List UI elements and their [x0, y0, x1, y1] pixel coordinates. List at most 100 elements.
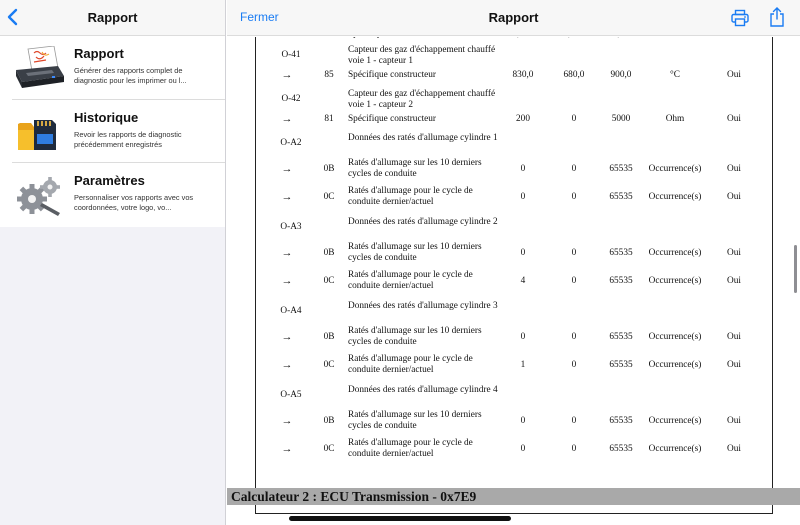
row-description: Ratés d'allumage sur les 10 derniers cyc… — [348, 410, 482, 431]
row-max: 65535 — [609, 164, 633, 174]
row-description: Ratés d'allumage pour le cycle de condui… — [348, 438, 473, 459]
row-min: 0 — [571, 444, 577, 454]
row-status: Oui — [727, 192, 741, 202]
row-unit: Occurrence(s) — [648, 444, 702, 454]
row-value: 4 — [520, 276, 526, 286]
table-row: O-A4 Données des ratés d'allumage cylindr… — [227, 301, 800, 325]
row-code: O-A3 — [280, 222, 302, 232]
row-status: Oui — [727, 360, 741, 370]
row-unit: Occurrence(s) — [648, 416, 702, 426]
scrollbar[interactable] — [794, 245, 797, 293]
row-description: Ratés d'allumage pour le cycle de condui… — [348, 270, 473, 291]
close-button[interactable]: Fermer — [240, 10, 279, 24]
sidebar-item-rapport[interactable]: Rapport Générer des rapports complet de … — [0, 36, 225, 100]
table-row: → 0C Ratés d'allumage pour le cycle de con… — [227, 270, 800, 294]
row-pid: 0B — [323, 248, 335, 258]
row-value: 830,0 — [512, 70, 534, 80]
row-pid: 0C — [323, 360, 335, 370]
row-unit: Occurrence(s) — [648, 192, 702, 202]
row-min: 680,0 — [563, 70, 585, 80]
row-description: Spécifique constructeur — [348, 114, 437, 124]
arrow-icon: → — [281, 69, 293, 81]
row-max: 65535 — [609, 192, 633, 202]
row-description: Ratés d'allumage sur les 10 derniers cyc… — [348, 326, 482, 347]
row-code: O-42 — [281, 94, 301, 104]
row-status: Oui — [727, 114, 741, 124]
row-description: Spécifique constructeur — [348, 37, 498, 40]
sidebar-item-description: Revoir les rapports de diagnostic précéd… — [74, 129, 182, 149]
row-description: Capteur des gaz d'échappement chauffé vo… — [348, 45, 496, 66]
row-pid: 81 — [324, 114, 334, 124]
row-description: Données des ratés d'allumage cylindre 3 — [348, 301, 498, 311]
row-status: Oui — [727, 416, 741, 426]
table-row: O-42 Capteur des gaz d'échappement chauff… — [227, 89, 800, 113]
sidebar-item-title: Paramètres — [74, 173, 145, 188]
row-status: Oui — [727, 444, 741, 454]
row-description: Capteur des gaz d'échappement chauffé vo… — [348, 89, 496, 110]
main-panel: Fermer Rapport 0B Spécifique constructeur… — [227, 0, 800, 525]
navigation-bar: Fermer Rapport — [227, 0, 800, 36]
sidebar-item-historique[interactable]: Historique Revoir les rapports de diagno… — [0, 99, 225, 163]
sidebar-item-title: Rapport — [74, 46, 124, 61]
page-title: Rapport — [488, 10, 539, 25]
row-min: 0 — [571, 248, 577, 258]
row-min: 0 — [571, 192, 577, 202]
arrow-icon: → — [281, 247, 293, 259]
printer-report-icon — [16, 46, 64, 88]
row-description: Données des ratés d'allumage cylindre 1 — [348, 133, 498, 143]
row-unit: Occurrence(s) — [648, 332, 702, 342]
row-max: 65535 — [609, 360, 633, 370]
row-description: Données des ratés d'allumage cylindre 2 — [348, 217, 498, 227]
sidebar-title: Rapport — [87, 10, 138, 25]
arrow-icon: → — [281, 415, 293, 427]
row-pid: 0B — [323, 416, 335, 426]
table-row: → 81 Spécifique constructeur 200 0 5000 Ohm Oui — [227, 114, 800, 128]
print-icon[interactable] — [731, 9, 749, 27]
row-status: Oui — [727, 70, 741, 80]
row-value: 1 — [520, 360, 526, 370]
row-value: 0,000 — [507, 37, 539, 40]
row-min: 0 — [571, 416, 577, 426]
row-unit: °C — [670, 70, 680, 80]
row-description: Ratés d'allumage pour le cycle de condui… — [348, 354, 473, 375]
row-value: 200 — [516, 114, 530, 124]
row-description: Ratés d'allumage pour le cycle de condui… — [348, 186, 473, 207]
row-value: 0 — [520, 332, 526, 342]
row-unit: Ohm — [665, 114, 685, 124]
row-max: 65535 — [609, 332, 633, 342]
table-row: → 0B Ratés d'allumage sur les 10 derniers … — [227, 326, 800, 350]
share-icon[interactable] — [769, 7, 785, 27]
row-unit: Occurrence(s) — [648, 164, 702, 174]
arrow-icon: → — [281, 191, 293, 203]
arrow-icon: → — [281, 359, 293, 371]
row-min: 0 — [571, 164, 577, 174]
row-min: 0 — [571, 332, 577, 342]
row-code: O-A2 — [280, 138, 302, 148]
row-min: 0 — [571, 360, 577, 370]
row-status: Oui — [727, 164, 741, 174]
table-row: → 0C Ratés d'allumage pour le cycle de con… — [227, 354, 800, 378]
row-max: 65535 — [609, 416, 633, 426]
row-pid: 0C — [323, 192, 335, 202]
table-row: 0B Spécifique constructeur 0,000 0,000 19,98… — [227, 37, 800, 43]
table-row: → 0B Ratés d'allumage sur les 10 derniers … — [227, 158, 800, 182]
report-document[interactable]: 0B Spécifique constructeur 0,000 0,000 19,98… — [227, 37, 800, 525]
sidebar-item-parametres[interactable]: Paramètres Personnaliser vos rapports av… — [0, 163, 225, 227]
sidebar-header: Rapport — [0, 0, 225, 36]
row-status: Oui — [727, 276, 741, 286]
gears-icon — [17, 177, 60, 216]
row-max: 5000 — [611, 114, 631, 124]
row-value: 0 — [520, 444, 526, 454]
row-status: Oui — [721, 37, 747, 40]
arrow-icon: → — [281, 331, 293, 343]
row-pid: 0B — [323, 164, 335, 174]
row-status: Oui — [727, 248, 741, 258]
sidebar-item-title: Historique — [74, 109, 139, 125]
row-code: O-A4 — [280, 306, 302, 316]
table-row: → 0B Ratés d'allumage sur les 10 derniers … — [227, 242, 800, 266]
section-title: Calculateur 2 : ECU Transmission - 0x7E9 — [231, 489, 477, 504]
row-pid: 85 — [324, 70, 334, 80]
row-description: Spécifique constructeur — [348, 70, 437, 80]
home-indicator[interactable] — [289, 516, 511, 521]
arrow-icon: → — [281, 275, 293, 287]
